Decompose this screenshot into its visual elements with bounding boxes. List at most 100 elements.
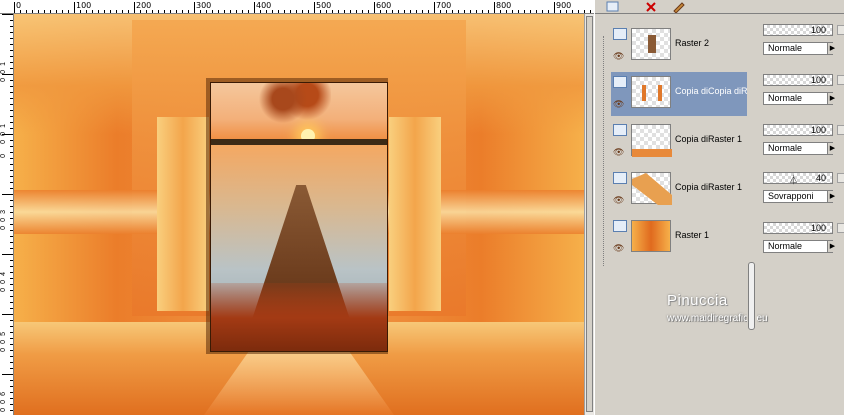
ruler-label: 0 bbox=[0, 226, 7, 230]
scrollbar-thumb[interactable] bbox=[586, 16, 593, 412]
chevron-down-icon[interactable]: ▶ bbox=[827, 143, 837, 154]
ruler-label: 5 bbox=[0, 332, 7, 336]
layer-name[interactable]: Raster 1 bbox=[675, 230, 753, 240]
ruler-label: 900 bbox=[556, 1, 572, 10]
lock-toggle[interactable] bbox=[837, 25, 844, 35]
lock-toggle[interactable] bbox=[837, 173, 844, 183]
ruler-label: 800 bbox=[496, 1, 512, 10]
photo-branch bbox=[251, 83, 331, 123]
chevron-down-icon[interactable]: ▶ bbox=[827, 241, 837, 252]
opacity-slider-handle[interactable]: ⏃ bbox=[789, 173, 798, 186]
ruler-horizontal: 0 100 200 300 400 500 600 700 800 900 bbox=[0, 0, 594, 14]
ruler-label: 0 bbox=[0, 340, 7, 344]
layers-scrollbar[interactable] bbox=[747, 14, 757, 415]
layer-properties-icon[interactable] bbox=[671, 0, 687, 13]
lake-dock-photo bbox=[210, 82, 388, 352]
layer-name[interactable]: Raster 2 bbox=[675, 38, 753, 48]
ruler-label: 0 bbox=[0, 408, 7, 412]
ruler-label: 0 bbox=[0, 70, 7, 74]
eye-icon[interactable]: 👁 bbox=[613, 52, 627, 61]
ruler-label: 0 bbox=[16, 1, 22, 10]
ruler-label: 0 bbox=[0, 154, 7, 158]
layer-controls: 100 Normale ▶ 100 Normale ▶ 100 Normale … bbox=[761, 14, 844, 415]
layers-toolbar bbox=[595, 0, 844, 14]
ruler-label: 0 bbox=[0, 288, 7, 292]
layer-thumbnail[interactable] bbox=[631, 172, 672, 205]
ruler-label: 700 bbox=[436, 1, 452, 10]
chevron-down-icon[interactable]: ▶ bbox=[827, 43, 837, 54]
layers-palette: 👁 Raster 2 👁 Copia diCopia diR 👁 Copia d… bbox=[594, 0, 844, 415]
eye-icon[interactable]: 👁 bbox=[613, 100, 627, 109]
opacity-slider[interactable]: 100 bbox=[763, 74, 833, 86]
layer-controls-raster-1: 100 Normale ▶ bbox=[761, 216, 844, 260]
ruler-label: 0 bbox=[0, 140, 7, 144]
layer-name[interactable]: Copia diRaster 1 bbox=[675, 182, 753, 192]
ruler-label: 600 bbox=[376, 1, 392, 10]
ruler-label: 0 bbox=[0, 132, 7, 136]
layer-type-icon bbox=[613, 124, 627, 136]
layer-controls-copia-diraster-1: 100 Normale ▶ bbox=[761, 118, 844, 162]
layer-type-icon bbox=[613, 28, 627, 40]
blend-mode-select[interactable]: Normale bbox=[763, 92, 833, 105]
blend-mode-select[interactable]: Normale bbox=[763, 142, 833, 155]
layer-row-copia-dicopia-dir[interactable]: 👁 Copia diCopia diR bbox=[611, 72, 753, 116]
ruler-label: 1 bbox=[0, 62, 7, 66]
ruler-label: 6 bbox=[0, 392, 7, 396]
ruler-label: 0 bbox=[0, 78, 7, 82]
layer-thumbnail[interactable] bbox=[631, 76, 671, 108]
blend-mode-select[interactable]: Normale bbox=[763, 42, 833, 55]
layer-type-icon bbox=[613, 220, 627, 232]
ruler-label: 0 bbox=[0, 280, 7, 284]
new-layer-icon[interactable] bbox=[605, 0, 621, 13]
image-canvas[interactable] bbox=[14, 14, 594, 415]
eye-icon[interactable]: 👁 bbox=[613, 196, 627, 205]
ruler-label: 4 bbox=[0, 272, 7, 276]
opacity-slider[interactable]: 100 bbox=[763, 24, 833, 36]
layer-row-raster-1[interactable]: 👁 Raster 1 bbox=[611, 216, 753, 260]
photo-leaves bbox=[211, 283, 387, 351]
artwork-frame-left-panel bbox=[157, 117, 209, 311]
layer-controls-copia-diraster-1-b: 40 ⏃ Sovrapponi ▶ bbox=[761, 166, 844, 210]
ruler-label: 0 bbox=[0, 348, 7, 352]
ruler-ticks-vertical bbox=[2, 14, 13, 411]
lock-toggle[interactable] bbox=[837, 125, 844, 135]
eye-icon[interactable]: 👁 bbox=[613, 244, 627, 253]
ruler-label: 0 bbox=[0, 218, 7, 222]
chevron-down-icon[interactable]: ▶ bbox=[827, 93, 837, 104]
ruler-label: 1 bbox=[0, 124, 7, 128]
opacity-slider[interactable]: 100 bbox=[763, 222, 833, 234]
eye-icon[interactable]: 👁 bbox=[613, 148, 627, 157]
layers-tree-line bbox=[603, 36, 604, 266]
app-window: 0 100 200 300 400 500 600 700 800 900 1 … bbox=[0, 0, 844, 415]
opacity-slider[interactable]: 100 bbox=[763, 124, 833, 136]
delete-layer-icon[interactable] bbox=[643, 0, 659, 13]
layer-thumbnail[interactable] bbox=[631, 28, 671, 60]
layers-list: 👁 Raster 2 👁 Copia diCopia diR 👁 Copia d… bbox=[597, 14, 768, 415]
layer-row-raster-2[interactable]: 👁 Raster 2 bbox=[611, 24, 753, 68]
ruler-label: 3 bbox=[0, 210, 7, 214]
layer-row-copia-diraster-1-b[interactable]: 👁 Copia diRaster 1 bbox=[611, 168, 753, 212]
blend-mode-select[interactable]: Normale bbox=[763, 240, 833, 253]
layer-row-copia-diraster-1[interactable]: 👁 Copia diRaster 1 bbox=[611, 120, 753, 164]
canvas-vertical-scrollbar[interactable] bbox=[584, 14, 594, 415]
layer-thumbnail[interactable] bbox=[631, 220, 671, 252]
blend-mode-select[interactable]: Sovrapponi bbox=[763, 190, 833, 203]
ruler-label: 200 bbox=[136, 1, 152, 10]
ruler-label: 0 bbox=[0, 400, 7, 404]
lock-toggle[interactable] bbox=[837, 75, 844, 85]
layer-type-icon bbox=[613, 172, 627, 184]
lock-toggle[interactable] bbox=[837, 223, 844, 233]
artwork-image[interactable] bbox=[14, 14, 584, 415]
ruler-label: 100 bbox=[76, 1, 92, 10]
watermark-name: Pinuccia bbox=[667, 292, 728, 309]
layer-name[interactable]: Copia diCopia diR bbox=[675, 86, 753, 96]
layer-name[interactable]: Copia diRaster 1 bbox=[675, 134, 753, 144]
layer-controls-raster-2: 100 Normale ▶ bbox=[761, 18, 844, 62]
scrollbar-thumb[interactable] bbox=[748, 262, 755, 330]
ruler-label: 400 bbox=[256, 1, 272, 10]
chevron-down-icon[interactable]: ▶ bbox=[827, 191, 837, 202]
ruler-label: 500 bbox=[316, 1, 332, 10]
ruler-label: 300 bbox=[196, 1, 212, 10]
layer-thumbnail[interactable] bbox=[631, 124, 672, 157]
artwork-frame-right-panel bbox=[389, 117, 441, 311]
